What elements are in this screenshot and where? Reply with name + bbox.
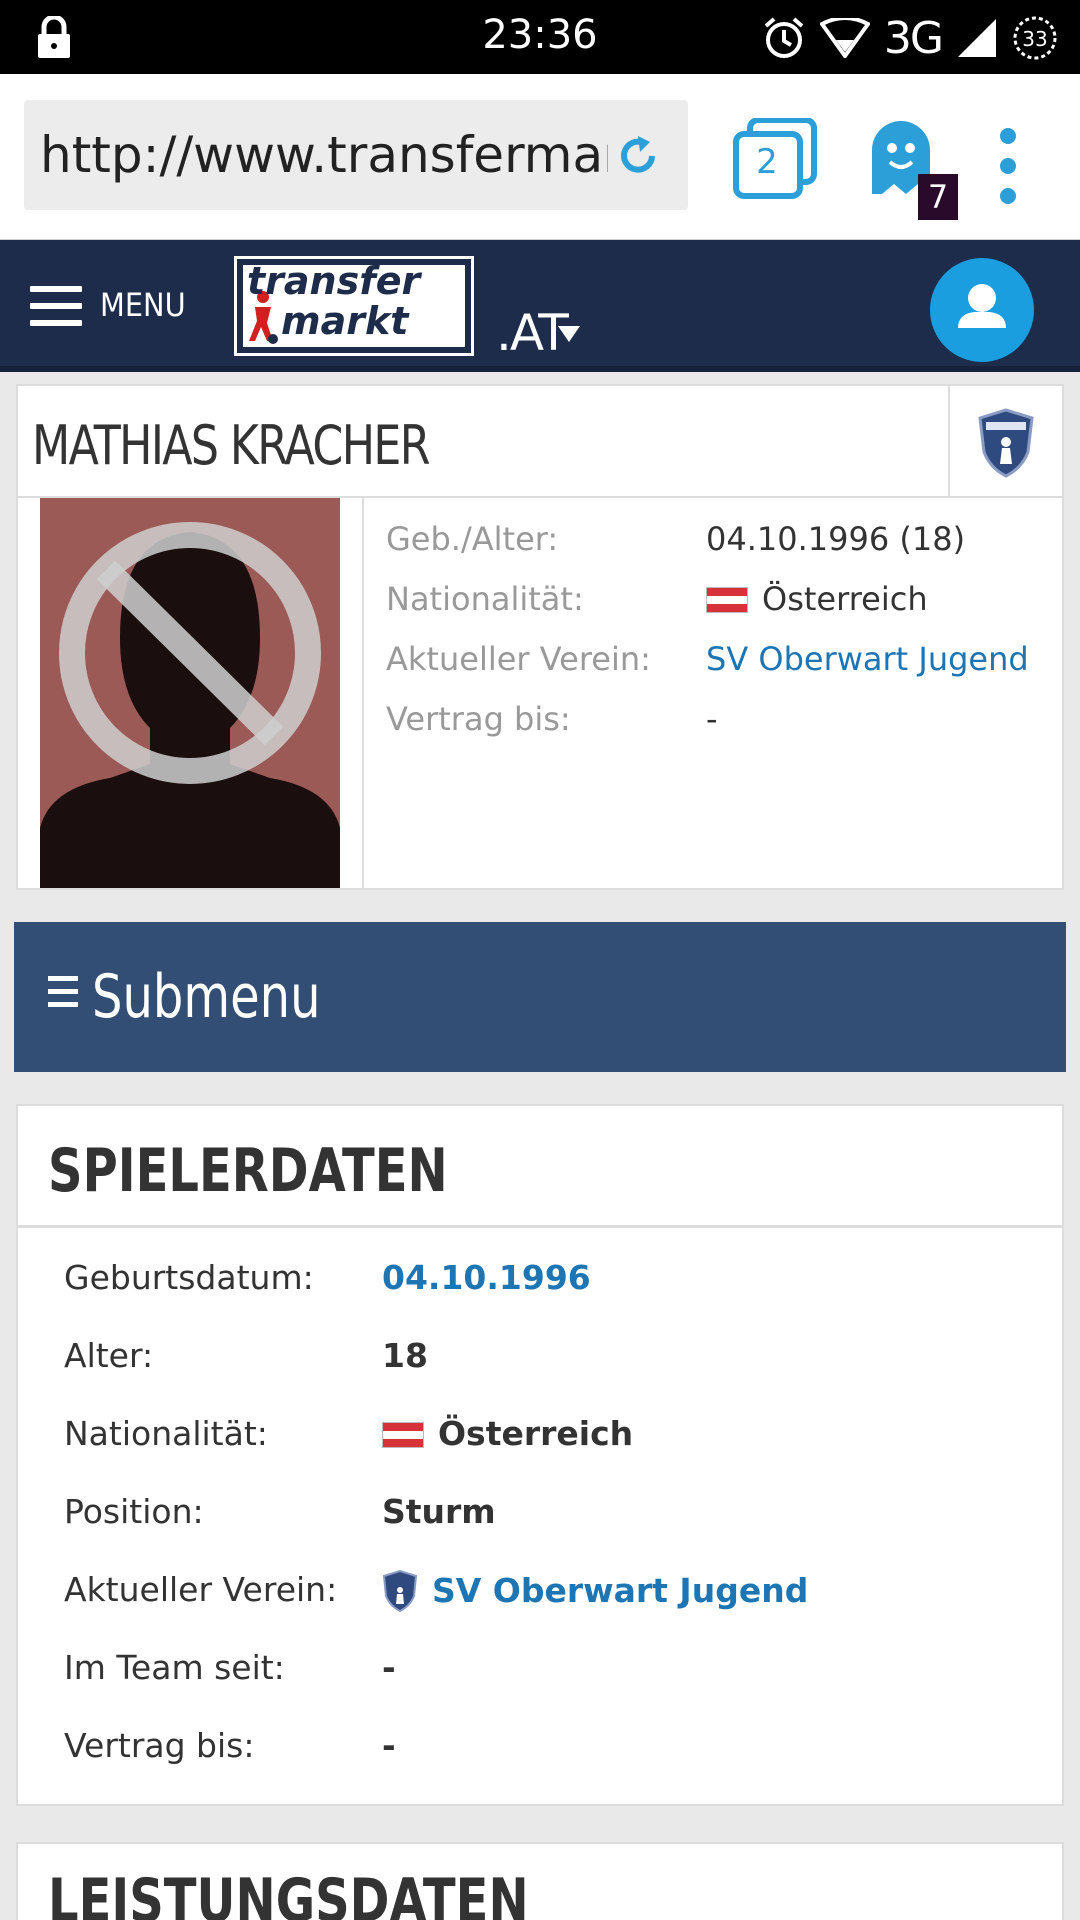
submenu-label: Submenu	[92, 962, 321, 1032]
player-title-bar: MATHIAS KRACHER	[18, 386, 1062, 498]
austria-flag-icon	[706, 587, 748, 613]
logo-text-transfer: transfer	[247, 259, 421, 303]
data-row-birthdate: Geburtsdatum: 04.10.1996	[64, 1258, 1044, 1308]
info-label: Nationalität:	[386, 580, 584, 618]
info-label: Vertrag bis:	[386, 700, 571, 738]
user-account-button[interactable]	[930, 258, 1034, 362]
data-row-age: Alter: 18	[64, 1336, 1044, 1386]
network-type: 3G	[883, 12, 944, 64]
signal-icon	[958, 19, 996, 57]
section-title: LEISTUNGSDATEN	[48, 1866, 529, 1920]
club-crest-link[interactable]	[948, 386, 1062, 498]
player-info-column: Geb./Alter: 04.10.1996 (18) Nationalität…	[366, 498, 1062, 888]
club-link[interactable]: SV Oberwart Jugend	[706, 640, 1029, 678]
menu-icon[interactable]	[30, 286, 82, 326]
tab-count: 2	[756, 142, 778, 182]
data-row-position: Position: Sturm	[64, 1492, 1044, 1542]
user-icon	[958, 284, 1006, 328]
data-value: Österreich	[438, 1414, 634, 1453]
data-label: Alter:	[64, 1336, 154, 1375]
no-photo-icon	[40, 498, 340, 888]
data-row-nationality: Nationalität: Österreich	[64, 1414, 1044, 1464]
info-value: 04.10.1996 (18)	[706, 520, 966, 558]
alarm-icon	[764, 17, 804, 58]
transfermarkt-logo[interactable]: transfer markt	[234, 256, 474, 356]
player-photo-placeholder	[40, 498, 340, 888]
data-value: Sturm	[382, 1492, 496, 1531]
data-row-team-since: Im Team seit: -	[64, 1648, 1044, 1698]
birthdate-link[interactable]: 04.10.1996	[382, 1258, 591, 1297]
status-bar: 23:36 3G 33	[0, 0, 1080, 74]
player-data-card: SPIELERDATEN Geburtsdatum: 04.10.1996 Al…	[16, 1104, 1064, 1806]
data-label: Im Team seit:	[64, 1648, 285, 1687]
data-value: -	[382, 1726, 396, 1765]
menu-button[interactable]: MENU	[100, 286, 186, 324]
club-crest-icon	[978, 408, 1034, 478]
data-row-contract: Vertrag bis: -	[64, 1726, 1044, 1776]
logo-text-markt: markt	[281, 299, 409, 343]
player-name: MATHIAS KRACHER	[32, 414, 430, 477]
submenu-menu-icon	[48, 976, 78, 1010]
submenu-toggle[interactable]: Submenu	[14, 922, 1066, 1072]
info-label: Geb./Alter:	[386, 520, 559, 558]
battery-icon: 33	[1013, 16, 1057, 60]
data-label: Aktueller Verein:	[64, 1570, 338, 1609]
url-bar[interactable]: http://www.transfermarkt.at	[24, 100, 688, 210]
data-label: Position:	[64, 1492, 204, 1531]
section-title: SPIELERDATEN	[48, 1136, 448, 1206]
info-row-birth: Geb./Alter: 04.10.1996 (18)	[386, 520, 1056, 564]
portrait-column	[18, 498, 364, 888]
data-label: Nationalität:	[64, 1414, 268, 1453]
performance-data-card: LEISTUNGSDATEN	[16, 1842, 1064, 1920]
more-options-icon[interactable]	[996, 124, 1020, 208]
browser-toolbar: http://www.transfermarkt.at 2 7	[0, 74, 1080, 240]
info-value: -	[706, 700, 718, 738]
player-header-card: MATHIAS KRACHER Geb./Alter: 04.10.1996 (…	[16, 384, 1064, 890]
country-selector[interactable]: .AT	[496, 304, 569, 362]
reload-icon[interactable]	[614, 132, 662, 180]
section-header: SPIELERDATEN	[18, 1106, 1062, 1228]
data-value: 18	[382, 1336, 428, 1375]
info-row-nationality: Nationalität: Österreich	[386, 580, 1056, 624]
info-label: Aktueller Verein:	[386, 640, 651, 678]
data-label: Geburtsdatum:	[64, 1258, 314, 1297]
data-value: -	[382, 1648, 396, 1687]
ghost-badge: 7	[918, 174, 958, 220]
austria-flag-icon	[382, 1422, 424, 1448]
info-value: Österreich	[762, 580, 928, 618]
site-header: MENU transfer markt .AT	[0, 240, 1080, 372]
caret-down-icon[interactable]	[558, 326, 580, 342]
info-row-club: Aktueller Verein: SV Oberwart Jugend	[386, 640, 1056, 684]
data-row-club: Aktueller Verein: SV Oberwart Jugend	[64, 1570, 1044, 1620]
wifi-icon	[819, 18, 870, 58]
data-label: Vertrag bis:	[64, 1726, 255, 1765]
battery-level: 33	[1022, 27, 1047, 51]
club-link[interactable]: SV Oberwart Jugend	[432, 1571, 808, 1610]
club-crest-icon[interactable]	[382, 1570, 418, 1612]
info-row-contract: Vertrag bis: -	[386, 700, 1056, 744]
url-text[interactable]: http://www.transfermarkt.at	[40, 126, 608, 186]
